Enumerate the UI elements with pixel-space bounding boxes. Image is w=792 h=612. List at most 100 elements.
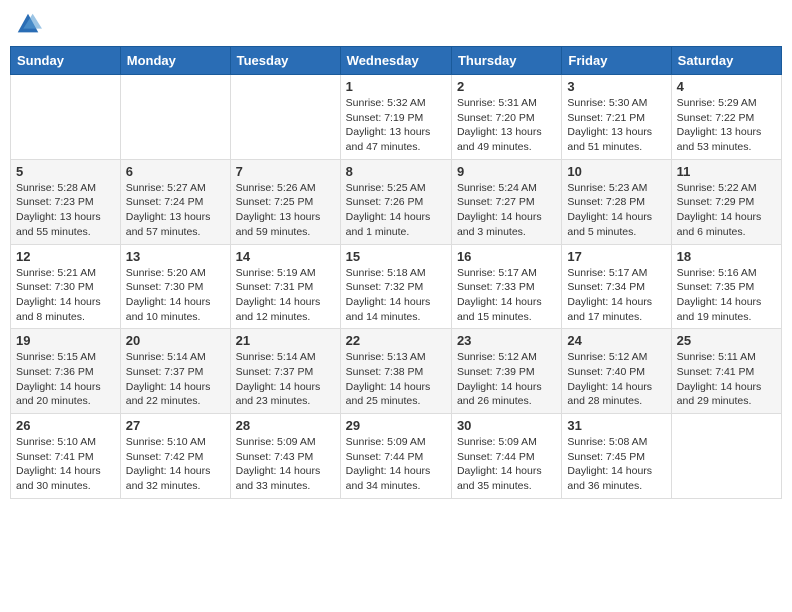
calendar-cell: 16 Sunrise: 5:17 AMSunset: 7:33 PMDayligh… xyxy=(451,244,561,329)
calendar-cell: 13 Sunrise: 5:20 AMSunset: 7:30 PMDayligh… xyxy=(120,244,230,329)
calendar-header-row: SundayMondayTuesdayWednesdayThursdayFrid… xyxy=(11,47,782,75)
weekday-header-wednesday: Wednesday xyxy=(340,47,451,75)
day-number: 21 xyxy=(236,333,335,348)
day-number: 20 xyxy=(126,333,225,348)
day-number: 30 xyxy=(457,418,556,433)
day-info: Sunrise: 5:12 AMSunset: 7:40 PMDaylight:… xyxy=(567,350,665,409)
calendar-cell: 20 Sunrise: 5:14 AMSunset: 7:37 PMDayligh… xyxy=(120,329,230,414)
day-number: 26 xyxy=(16,418,115,433)
calendar-cell: 18Sunrise: 5:16 AMSunset: 7:35 PMDayligh… xyxy=(671,244,781,329)
calendar-cell: 27 Sunrise: 5:10 AMSunset: 7:42 PMDayligh… xyxy=(120,414,230,499)
calendar-cell: 24 Sunrise: 5:12 AMSunset: 7:40 PMDayligh… xyxy=(562,329,671,414)
day-info: Sunrise: 5:21 AMSunset: 7:30 PMDaylight:… xyxy=(16,266,115,325)
day-info: Sunrise: 5:14 AMSunset: 7:37 PMDaylight:… xyxy=(236,350,335,409)
day-info: Sunrise: 5:08 AMSunset: 7:45 PMDaylight:… xyxy=(567,435,665,494)
calendar-cell: 15 Sunrise: 5:18 AMSunset: 7:32 PMDayligh… xyxy=(340,244,451,329)
day-info: Sunrise: 5:09 AMSunset: 7:44 PMDaylight:… xyxy=(457,435,556,494)
calendar-cell: 22Sunrise: 5:13 AMSunset: 7:38 PMDayligh… xyxy=(340,329,451,414)
calendar-cell: 25Sunrise: 5:11 AMSunset: 7:41 PMDayligh… xyxy=(671,329,781,414)
day-info: Sunrise: 5:25 AMSunset: 7:26 PMDaylight:… xyxy=(346,181,446,240)
week-row-4: 26 Sunrise: 5:10 AMSunset: 7:41 PMDayligh… xyxy=(11,414,782,499)
day-number: 19 xyxy=(16,333,115,348)
calendar-cell xyxy=(671,414,781,499)
calendar-cell xyxy=(230,75,340,160)
calendar-cell: 26 Sunrise: 5:10 AMSunset: 7:41 PMDayligh… xyxy=(11,414,121,499)
day-info: Sunrise: 5:15 AMSunset: 7:36 PMDaylight:… xyxy=(16,350,115,409)
day-number: 28 xyxy=(236,418,335,433)
day-info: Sunrise: 5:20 AMSunset: 7:30 PMDaylight:… xyxy=(126,266,225,325)
calendar-cell: 6 Sunrise: 5:27 AMSunset: 7:24 PMDaylight… xyxy=(120,159,230,244)
day-number: 2 xyxy=(457,79,556,94)
day-info: Sunrise: 5:11 AMSunset: 7:41 PMDaylight:… xyxy=(677,350,776,409)
calendar-cell: 17 Sunrise: 5:17 AMSunset: 7:34 PMDayligh… xyxy=(562,244,671,329)
weekday-header-sunday: Sunday xyxy=(11,47,121,75)
calendar-cell: 1 Sunrise: 5:32 AMSunset: 7:19 PMDaylight… xyxy=(340,75,451,160)
calendar-cell: 4Sunrise: 5:29 AMSunset: 7:22 PMDaylight… xyxy=(671,75,781,160)
day-info: Sunrise: 5:10 AMSunset: 7:42 PMDaylight:… xyxy=(126,435,225,494)
logo xyxy=(14,10,44,38)
week-row-0: 1 Sunrise: 5:32 AMSunset: 7:19 PMDaylight… xyxy=(11,75,782,160)
day-number: 5 xyxy=(16,164,115,179)
week-row-3: 19 Sunrise: 5:15 AMSunset: 7:36 PMDayligh… xyxy=(11,329,782,414)
day-number: 29 xyxy=(346,418,446,433)
day-info: Sunrise: 5:30 AMSunset: 7:21 PMDaylight:… xyxy=(567,96,665,155)
calendar-cell: 23Sunrise: 5:12 AMSunset: 7:39 PMDayligh… xyxy=(451,329,561,414)
calendar-cell: 29 Sunrise: 5:09 AMSunset: 7:44 PMDayligh… xyxy=(340,414,451,499)
day-number: 6 xyxy=(126,164,225,179)
day-info: Sunrise: 5:31 AMSunset: 7:20 PMDaylight:… xyxy=(457,96,556,155)
day-info: Sunrise: 5:32 AMSunset: 7:19 PMDaylight:… xyxy=(346,96,446,155)
weekday-header-friday: Friday xyxy=(562,47,671,75)
calendar-cell: 12 Sunrise: 5:21 AMSunset: 7:30 PMDayligh… xyxy=(11,244,121,329)
weekday-header-saturday: Saturday xyxy=(671,47,781,75)
calendar-cell: 10 Sunrise: 5:23 AMSunset: 7:28 PMDayligh… xyxy=(562,159,671,244)
calendar-table: SundayMondayTuesdayWednesdayThursdayFrid… xyxy=(10,46,782,499)
day-number: 31 xyxy=(567,418,665,433)
day-info: Sunrise: 5:09 AMSunset: 7:43 PMDaylight:… xyxy=(236,435,335,494)
day-info: Sunrise: 5:17 AMSunset: 7:34 PMDaylight:… xyxy=(567,266,665,325)
day-info: Sunrise: 5:17 AMSunset: 7:33 PMDaylight:… xyxy=(457,266,556,325)
calendar-cell: 31 Sunrise: 5:08 AMSunset: 7:45 PMDayligh… xyxy=(562,414,671,499)
logo-icon xyxy=(14,10,42,38)
day-number: 9 xyxy=(457,164,556,179)
day-info: Sunrise: 5:26 AMSunset: 7:25 PMDaylight:… xyxy=(236,181,335,240)
weekday-header-thursday: Thursday xyxy=(451,47,561,75)
calendar-cell: 11 Sunrise: 5:22 AMSunset: 7:29 PMDayligh… xyxy=(671,159,781,244)
day-info: Sunrise: 5:22 AMSunset: 7:29 PMDaylight:… xyxy=(677,181,776,240)
calendar-cell: 21 Sunrise: 5:14 AMSunset: 7:37 PMDayligh… xyxy=(230,329,340,414)
day-info: Sunrise: 5:09 AMSunset: 7:44 PMDaylight:… xyxy=(346,435,446,494)
calendar-cell: 7 Sunrise: 5:26 AMSunset: 7:25 PMDaylight… xyxy=(230,159,340,244)
calendar-cell: 5 Sunrise: 5:28 AMSunset: 7:23 PMDaylight… xyxy=(11,159,121,244)
day-number: 11 xyxy=(677,164,776,179)
day-number: 12 xyxy=(16,249,115,264)
day-number: 1 xyxy=(346,79,446,94)
day-number: 4 xyxy=(677,79,776,94)
day-info: Sunrise: 5:13 AMSunset: 7:38 PMDaylight:… xyxy=(346,350,446,409)
calendar-cell: 19 Sunrise: 5:15 AMSunset: 7:36 PMDayligh… xyxy=(11,329,121,414)
weekday-header-tuesday: Tuesday xyxy=(230,47,340,75)
calendar-cell xyxy=(11,75,121,160)
day-number: 24 xyxy=(567,333,665,348)
day-info: Sunrise: 5:18 AMSunset: 7:32 PMDaylight:… xyxy=(346,266,446,325)
day-number: 8 xyxy=(346,164,446,179)
calendar-cell: 30 Sunrise: 5:09 AMSunset: 7:44 PMDayligh… xyxy=(451,414,561,499)
weekday-header-monday: Monday xyxy=(120,47,230,75)
day-info: Sunrise: 5:10 AMSunset: 7:41 PMDaylight:… xyxy=(16,435,115,494)
day-number: 14 xyxy=(236,249,335,264)
day-number: 17 xyxy=(567,249,665,264)
calendar-cell: 8 Sunrise: 5:25 AMSunset: 7:26 PMDaylight… xyxy=(340,159,451,244)
day-info: Sunrise: 5:23 AMSunset: 7:28 PMDaylight:… xyxy=(567,181,665,240)
day-number: 16 xyxy=(457,249,556,264)
day-info: Sunrise: 5:24 AMSunset: 7:27 PMDaylight:… xyxy=(457,181,556,240)
day-info: Sunrise: 5:12 AMSunset: 7:39 PMDaylight:… xyxy=(457,350,556,409)
day-number: 13 xyxy=(126,249,225,264)
day-number: 15 xyxy=(346,249,446,264)
day-number: 7 xyxy=(236,164,335,179)
day-number: 27 xyxy=(126,418,225,433)
day-info: Sunrise: 5:14 AMSunset: 7:37 PMDaylight:… xyxy=(126,350,225,409)
day-info: Sunrise: 5:27 AMSunset: 7:24 PMDaylight:… xyxy=(126,181,225,240)
day-number: 10 xyxy=(567,164,665,179)
week-row-2: 12 Sunrise: 5:21 AMSunset: 7:30 PMDayligh… xyxy=(11,244,782,329)
calendar-cell: 2 Sunrise: 5:31 AMSunset: 7:20 PMDaylight… xyxy=(451,75,561,160)
week-row-1: 5 Sunrise: 5:28 AMSunset: 7:23 PMDaylight… xyxy=(11,159,782,244)
day-info: Sunrise: 5:28 AMSunset: 7:23 PMDaylight:… xyxy=(16,181,115,240)
